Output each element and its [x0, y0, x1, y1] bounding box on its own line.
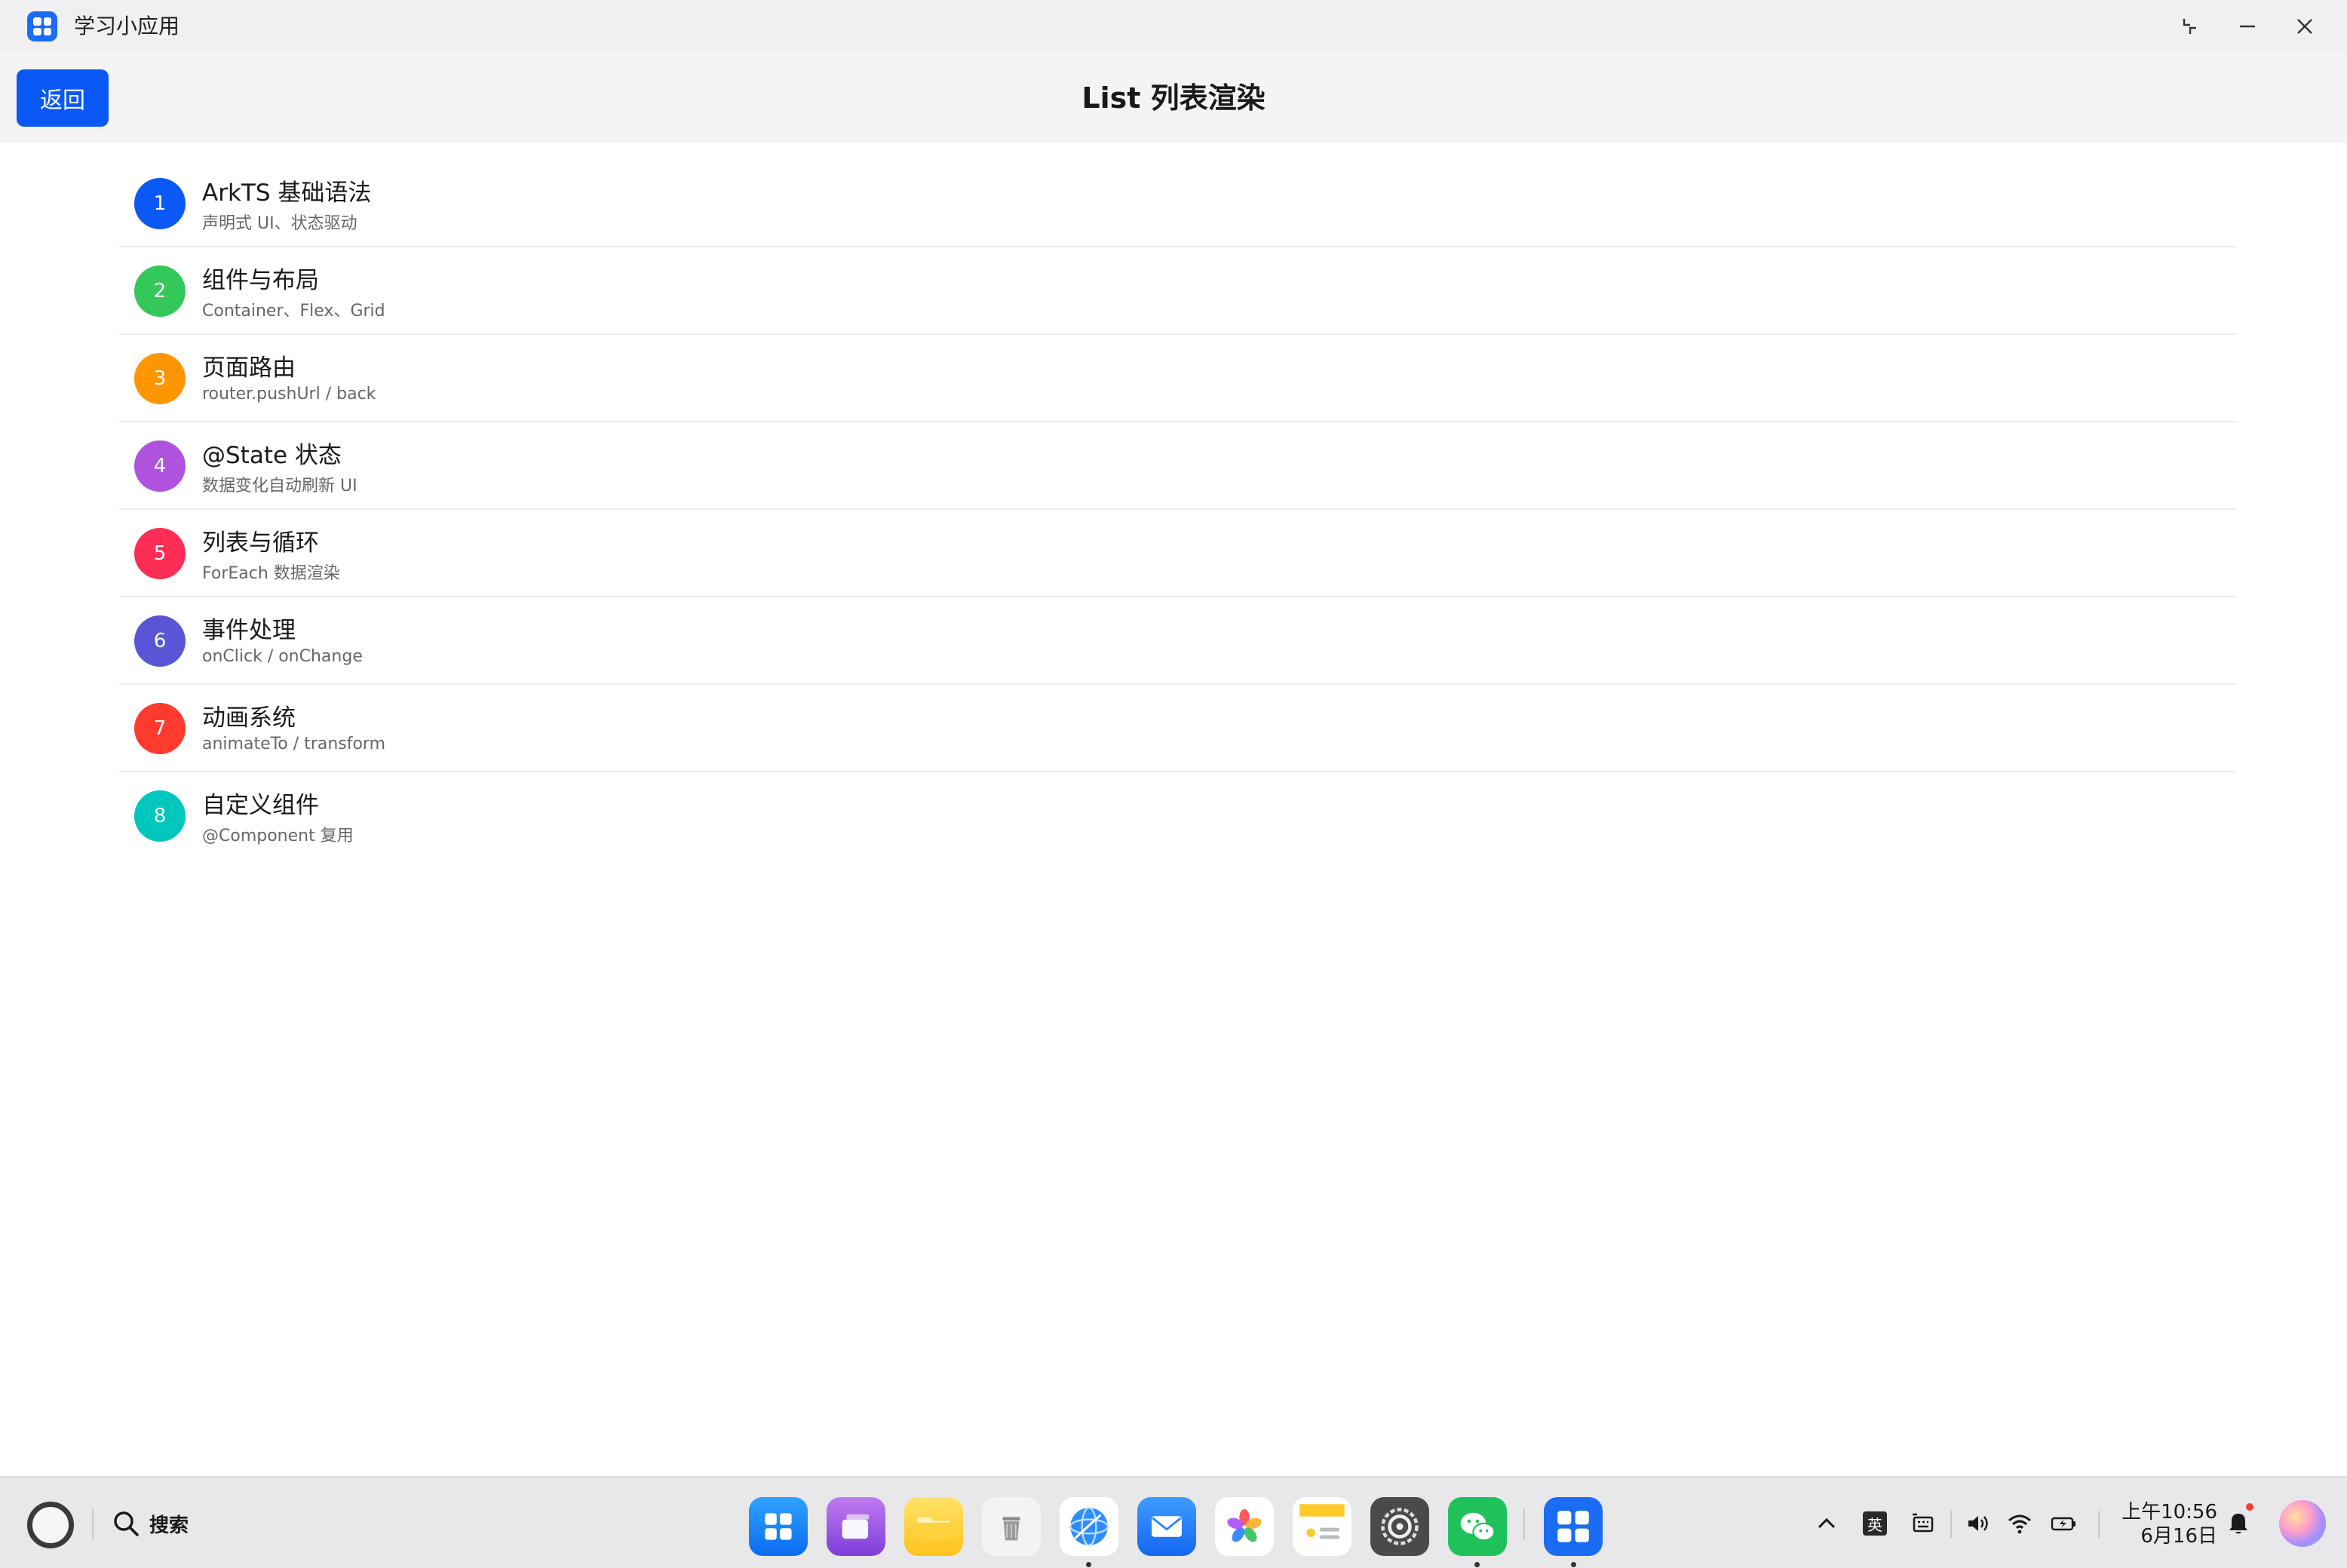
notification-badge	[2246, 1503, 2253, 1511]
keyboard-icon	[1913, 1513, 1934, 1533]
item-subtitle: animateTo / transform	[202, 735, 386, 753]
notes-icon[interactable]	[1293, 1497, 1351, 1556]
item-subtitle: onClick / onChange	[202, 647, 363, 666]
mail-icon[interactable]	[1137, 1497, 1196, 1556]
item-title: ArkTS 基础语法	[202, 180, 372, 207]
keyboard-settings-button[interactable]	[1905, 1505, 1941, 1542]
volume-icon	[1968, 1516, 1988, 1531]
list-item[interactable]: 6 事件处理 onClick / onChange	[119, 597, 2237, 685]
index-badge: 4	[134, 440, 186, 492]
assistant-button[interactable]	[2279, 1500, 2326, 1547]
search-label: 搜索	[149, 1514, 189, 1537]
item-title: 页面路由	[202, 354, 296, 382]
restore-icon	[2183, 19, 2196, 34]
list-item[interactable]: 4 @State 状态 数据变化自动刷新 UI	[119, 422, 2237, 510]
item-subtitle: 数据变化自动刷新 UI	[202, 477, 357, 496]
list-item[interactable]: 8 自定义组件 @Component 复用	[119, 772, 2237, 860]
item-subtitle: Container、Flex、Grid	[202, 302, 385, 321]
index-badge: 3	[134, 353, 186, 404]
window-title: 学习小应用	[74, 14, 180, 38]
index-badge: 6	[134, 615, 186, 667]
list-item[interactable]: 7 动画系统 animateTo / transform	[119, 685, 2237, 772]
wifi-button[interactable]	[2002, 1505, 2038, 1542]
taskbar-divider	[2098, 1511, 2100, 1538]
running-indicator	[1474, 1562, 1480, 1567]
index-badge: 5	[134, 528, 186, 579]
item-title: 组件与布局	[202, 267, 319, 294]
index-badge: 7	[134, 703, 186, 754]
item-subtitle: router.pushUrl / back	[202, 385, 376, 404]
trash-icon[interactable]	[982, 1497, 1041, 1556]
minimize-window-button[interactable]	[2226, 8, 2269, 45]
bell-icon	[2229, 1514, 2247, 1534]
item-title: 事件处理	[202, 617, 296, 644]
list-item[interactable]: 2 组件与布局 Container、Flex、Grid	[119, 247, 2237, 335]
list-item[interactable]: 3 页面路由 router.pushUrl / back	[119, 335, 2237, 422]
clock-date: 6月16日	[2140, 1525, 2217, 1548]
battery-button[interactable]	[2045, 1505, 2082, 1542]
volume-button[interactable]	[1959, 1505, 1996, 1542]
app-center-icon[interactable]	[749, 1497, 808, 1556]
taskbar-divider	[92, 1509, 94, 1539]
item-title: 列表与循环	[202, 529, 319, 557]
item-title: @State 状态	[202, 442, 342, 469]
search-icon	[114, 1511, 139, 1536]
index-badge: 1	[134, 178, 186, 229]
list-item[interactable]: 5 列表与循环 ForEach 数据渲染	[119, 510, 2237, 597]
taskbar-divider	[1950, 1511, 1952, 1538]
files-icon[interactable]	[904, 1497, 963, 1556]
input-method-button[interactable]: 英	[1857, 1505, 1893, 1542]
settings-icon[interactable]	[1370, 1497, 1429, 1556]
ime-indicator: 英	[1863, 1511, 1887, 1536]
study-app-icon[interactable]	[1544, 1497, 1603, 1556]
back-button[interactable]: 返回	[17, 69, 109, 127]
item-subtitle: 声明式 UI、状态驱动	[202, 214, 357, 233]
item-title: 动画系统	[202, 704, 296, 732]
close-icon	[2297, 19, 2312, 34]
window-title-bar: 学习小应用	[0, 0, 2347, 53]
clock-time: 上午10:56	[2122, 1501, 2217, 1524]
wechat-icon[interactable]	[1448, 1497, 1507, 1556]
item-title: 自定义组件	[202, 792, 319, 819]
taskbar: 搜索 英 上午10:56 6月16日	[0, 1476, 2347, 1568]
taskbar-divider	[1523, 1509, 1525, 1539]
battery-charging-icon	[2051, 1517, 2075, 1531]
tray-expand-button[interactable]	[1809, 1505, 1845, 1542]
minimize-icon	[2240, 25, 2255, 28]
index-badge: 8	[134, 790, 186, 842]
browser-icon[interactable]	[1060, 1497, 1118, 1556]
page-title: List 列表渲染	[1081, 81, 1266, 115]
item-subtitle: ForEach 数据渲染	[202, 564, 340, 583]
gallery-icon[interactable]	[1215, 1497, 1274, 1556]
list-item[interactable]: 1 ArkTS 基础语法 声明式 UI、状态驱动	[119, 160, 2237, 247]
app-header: 返回 List 列表渲染	[0, 53, 2347, 143]
running-indicator	[1086, 1562, 1091, 1567]
index-badge: 2	[134, 265, 186, 317]
taskbar-clock[interactable]: 上午10:56 6月16日	[2112, 1500, 2217, 1548]
app-icon	[27, 11, 57, 41]
lesson-list: 1 ArkTS 基础语法 声明式 UI、状态驱动 2 组件与布局 Contain…	[119, 160, 2237, 860]
close-window-button[interactable]	[2284, 8, 2326, 45]
restore-window-button[interactable]	[2169, 8, 2211, 45]
running-indicator	[1571, 1562, 1576, 1567]
taskbar-search-button[interactable]: 搜索	[112, 1500, 189, 1547]
item-subtitle: @Component 复用	[202, 827, 354, 845]
chevron-up-icon	[1818, 1517, 1836, 1529]
multitask-icon[interactable]	[827, 1497, 885, 1556]
wifi-icon	[2008, 1514, 2031, 1534]
notification-button[interactable]	[2220, 1503, 2256, 1542]
start-button[interactable]	[27, 1502, 74, 1548]
